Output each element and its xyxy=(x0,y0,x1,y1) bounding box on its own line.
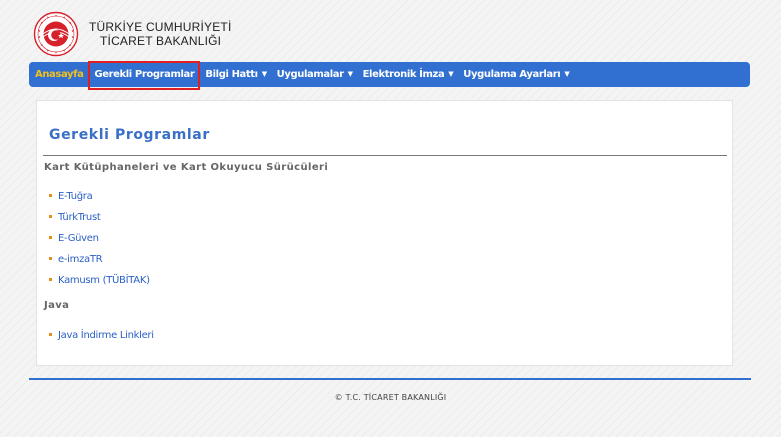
page-title: Gerekli Programlar xyxy=(49,127,210,143)
nav-label: Uygulama Ayarları xyxy=(463,69,561,80)
nav-label: Gerekli Programlar xyxy=(94,69,195,80)
section-heading-card-drivers: Kart Kütüphaneleri ve Kart Okuyucu Sürüc… xyxy=(44,162,329,173)
nav-label: Bilgi Hattı xyxy=(205,69,258,80)
nav-item-elektronik-imza[interactable]: Elektronik İmza ▼ xyxy=(358,62,459,87)
footer-divider xyxy=(29,378,751,380)
java-links: Java İndirme Linkleri xyxy=(49,329,154,350)
org-name-line1: TÜRKİYE CUMHURİYETİ xyxy=(89,20,232,34)
content-panel: Gerekli Programlar Kart Kütüphaneleri ve… xyxy=(36,100,733,366)
org-name-line2: TİCARET BAKANLIĞI xyxy=(100,34,222,48)
nav-item-uygulama-ayarlari[interactable]: Uygulama Ayarları ▼ xyxy=(458,62,574,87)
site-header: TÜRKİYE CUMHURİYETİ TİCARET BAKANLIĞI xyxy=(33,10,231,58)
organization-name: TÜRKİYE CUMHURİYETİ TİCARET BAKANLIĞI xyxy=(89,20,231,48)
nav-item-anasayfa[interactable]: Anasayfa xyxy=(29,62,88,87)
nav-label: Uygulamalar xyxy=(276,69,344,80)
link-kamusm[interactable]: Kamusm (TÜBİTAK) xyxy=(58,275,150,286)
nav-item-gerekli-programlar[interactable]: Gerekli Programlar xyxy=(88,61,201,90)
caret-down-icon: ▼ xyxy=(448,70,454,78)
link-e-tugra[interactable]: E-Tuğra xyxy=(58,191,93,202)
list-item: e-imzaTR xyxy=(49,253,150,274)
list-item: TürkTrust xyxy=(49,211,150,232)
footer-copyright: © T.C. TİCARET BAKANLIĞI xyxy=(334,393,447,402)
list-item: Java İndirme Linkleri xyxy=(49,329,154,350)
caret-down-icon: ▼ xyxy=(347,70,353,78)
nav-item-bilgi-hatti[interactable]: Bilgi Hattı ▼ xyxy=(200,62,271,87)
link-java-download[interactable]: Java İndirme Linkleri xyxy=(58,330,154,341)
link-e-guven[interactable]: E-Güven xyxy=(58,233,99,244)
bullet-icon xyxy=(49,257,52,260)
ministry-emblem-icon[interactable] xyxy=(33,11,79,57)
section-heading-java: Java xyxy=(44,300,70,311)
nav-label: Elektronik İmza xyxy=(362,69,445,80)
list-item: E-Tuğra xyxy=(49,190,150,211)
nav-item-uygulamalar[interactable]: Uygulamalar ▼ xyxy=(272,62,358,87)
title-divider xyxy=(43,155,727,156)
caret-down-icon: ▼ xyxy=(564,70,570,78)
link-e-imzatr[interactable]: e-imzaTR xyxy=(58,254,103,265)
bullet-icon xyxy=(49,333,52,336)
bullet-icon xyxy=(49,194,52,197)
list-item: Kamusm (TÜBİTAK) xyxy=(49,274,150,295)
bullet-icon xyxy=(49,236,52,239)
nav-label: Anasayfa xyxy=(35,69,84,80)
main-navbar: Anasayfa Gerekli Programlar Bilgi Hattı ▼… xyxy=(29,61,750,90)
link-turktrust[interactable]: TürkTrust xyxy=(58,212,101,223)
card-driver-links: E-Tuğra TürkTrust E-Güven e-imzaTR Kamus… xyxy=(49,190,150,295)
bullet-icon xyxy=(49,215,52,218)
bullet-icon xyxy=(49,278,52,281)
list-item: E-Güven xyxy=(49,232,150,253)
caret-down-icon: ▼ xyxy=(261,70,267,78)
